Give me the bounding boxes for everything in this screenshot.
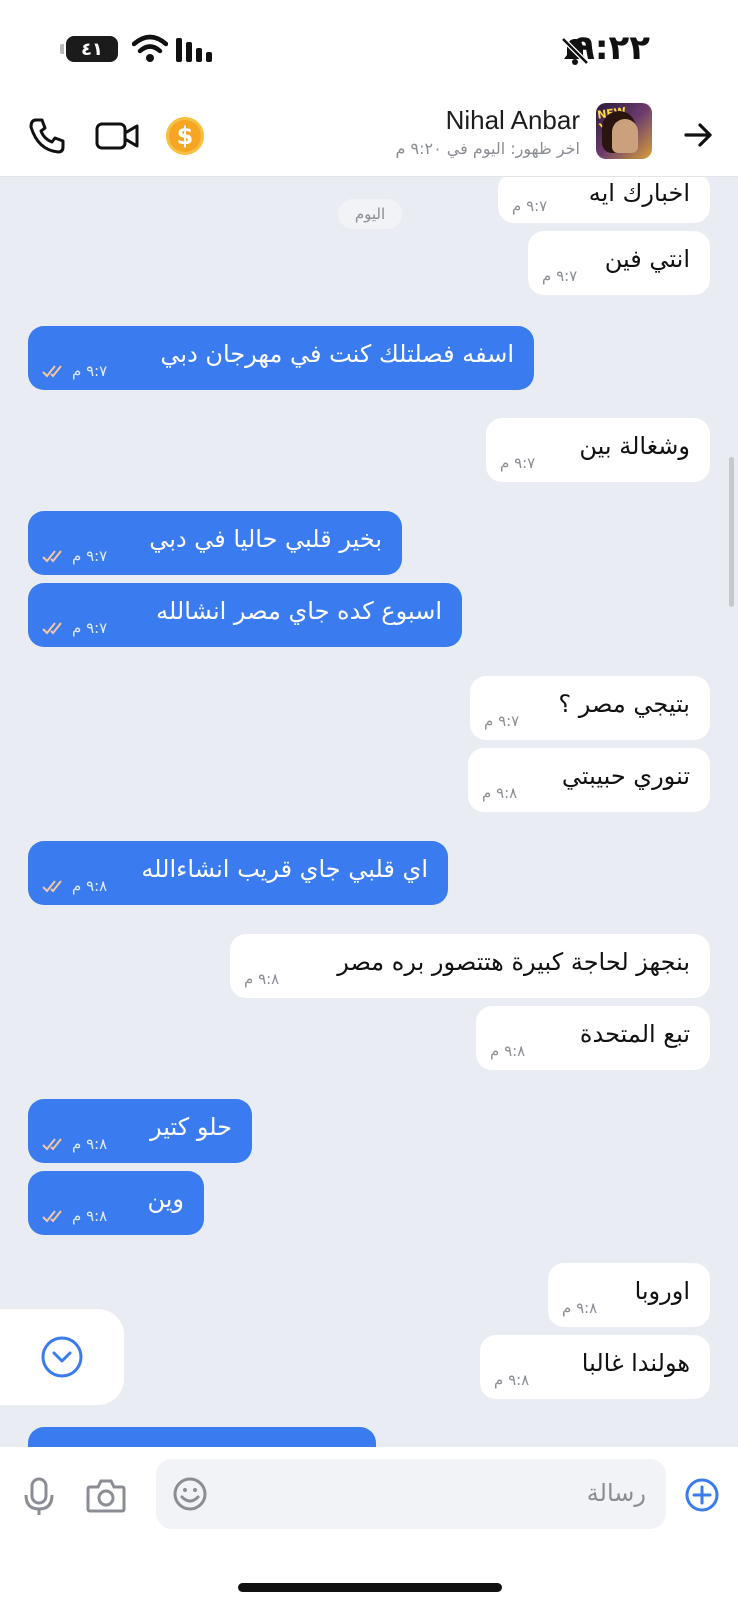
chat-header: $ Nihal Anbar اخر ظهور: اليوم في ٩:٢٠ م … <box>0 95 738 177</box>
message-text: انتي فين <box>604 245 690 273</box>
message-time: ٩:٨ م <box>244 970 280 988</box>
coin-gift-icon[interactable]: $ <box>166 117 204 155</box>
message-text: اسفه فصلتلك كنت في مهرجان دبي <box>160 340 514 368</box>
message-bubble-incoming[interactable]: بنجهز لحاجة كبيرة هتتصور بره مصر ٩:٨ م <box>230 934 710 998</box>
contact-name[interactable]: Nihal Anbar <box>446 105 580 136</box>
message-bubble-incoming[interactable]: اوروبا ٩:٨ م <box>548 1263 710 1327</box>
message-time: ٩:٧ م <box>72 547 108 565</box>
last-seen-status: اخر ظهور: اليوم في ٩:٢٠ م <box>395 139 580 158</box>
message-placeholder: رسالة <box>586 1479 646 1507</box>
message-time: ٩:٨ م <box>72 877 108 895</box>
message-text: بتيجي مصر ؟ <box>558 690 690 718</box>
message-time: ٩:٨ م <box>562 1299 598 1317</box>
scrollbar[interactable] <box>729 457 734 607</box>
camera-icon[interactable] <box>86 1477 126 1515</box>
message-text: تنوري حبيبتي <box>561 762 690 790</box>
message-text: اي قلبي جاي قريب انشاءالله <box>141 855 428 883</box>
message-bubble-incoming[interactable]: بتيجي مصر ؟ ٩:٧ م <box>470 676 710 740</box>
battery-icon: ٤١ <box>60 36 118 62</box>
message-time: ٩:٨ م <box>72 1207 108 1225</box>
message-bubble-outgoing[interactable]: بخير قلبي حاليا في دبي ٩:٧ م <box>28 511 402 575</box>
message-text: وين <box>147 1185 184 1213</box>
message-text: هولندا غالبا <box>581 1349 690 1377</box>
add-attachment-icon[interactable] <box>684 1477 720 1513</box>
status-bar: ٤١ ٩:٢٢ <box>0 0 738 95</box>
message-bubble-outgoing[interactable]: وين ٩:٨ م <box>28 1171 204 1235</box>
read-receipt-icon <box>42 622 62 635</box>
phone-call-icon[interactable] <box>26 115 68 157</box>
message-time: ٩:٨ م <box>72 1135 108 1153</box>
message-bubble-incoming[interactable]: هولندا غالبا ٩:٨ م <box>480 1335 710 1399</box>
message-bubble-outgoing[interactable]: اسفه فصلتلك كنت في مهرجان دبي ٩:٧ م <box>28 326 534 390</box>
message-text: بخير قلبي حاليا في دبي <box>149 525 382 553</box>
read-receipt-icon <box>42 1138 62 1151</box>
message-time: ٩:٧ م <box>512 197 548 215</box>
date-separator: اليوم <box>338 199 402 229</box>
message-text: تبع المتحدة <box>579 1020 690 1048</box>
status-time: ٩:٢٢ <box>574 28 650 68</box>
message-time: ٩:٨ م <box>482 784 518 802</box>
chat-messages[interactable]: اخبارك ايه ٩:٧ م اليوم انتي فين ٩:٧ م اس… <box>0 177 738 1447</box>
message-text: اوروبا <box>634 1277 690 1305</box>
composer-bar: رسالة <box>0 1447 738 1600</box>
message-time: ٩:٧ م <box>72 362 108 380</box>
microphone-icon[interactable] <box>22 1477 56 1517</box>
message-time: ٩:٨ م <box>494 1371 530 1389</box>
message-bubble-incoming[interactable]: وشغالة بين ٩:٧ م <box>486 418 710 482</box>
message-bubble-outgoing[interactable]: اسبوع كده جاي مصر انشالله ٩:٧ م <box>28 583 462 647</box>
read-receipt-icon <box>42 1210 62 1223</box>
message-bubble-outgoing[interactable]: حلو كتير ٩:٨ م <box>28 1099 252 1163</box>
back-arrow-icon[interactable] <box>680 117 716 153</box>
message-time: ٩:٧ م <box>542 267 578 285</box>
read-receipt-icon <box>42 365 62 378</box>
coin-symbol: $ <box>176 122 194 150</box>
message-text: اسبوع كده جاي مصر انشالله <box>156 597 442 625</box>
message-bubble-incoming[interactable]: انتي فين ٩:٧ م <box>528 231 710 295</box>
message-time: ٩:٧ م <box>72 619 108 637</box>
message-time: ٩:٧ م <box>484 712 520 730</box>
read-receipt-icon <box>42 880 62 893</box>
message-text: بنجهز لحاجة كبيرة هتتصور بره مصر <box>337 948 690 976</box>
home-indicator[interactable] <box>238 1583 502 1592</box>
emoji-icon[interactable] <box>172 1476 208 1512</box>
message-bubble-incoming[interactable]: اخبارك ايه ٩:٧ م <box>498 177 710 223</box>
read-receipt-icon <box>42 550 62 563</box>
avatar-face <box>612 119 638 153</box>
battery-level: ٤١ <box>81 38 103 60</box>
video-call-icon[interactable] <box>94 115 140 157</box>
message-bubble-incoming[interactable]: تبع المتحدة ٩:٨ م <box>476 1006 710 1070</box>
message-text: حلو كتير <box>150 1113 232 1141</box>
message-text: وشغالة بين <box>579 432 690 460</box>
signal-icon <box>176 38 212 62</box>
message-bubble-outgoing-partial[interactable] <box>28 1427 376 1447</box>
message-text: اخبارك ايه <box>588 179 690 207</box>
message-input[interactable]: رسالة <box>156 1459 666 1529</box>
avatar[interactable]: NEW YEAR <box>596 103 652 159</box>
message-bubble-incoming[interactable]: تنوري حبيبتي ٩:٨ م <box>468 748 710 812</box>
message-time: ٩:٧ م <box>500 454 536 472</box>
scroll-to-bottom-button[interactable] <box>0 1309 124 1405</box>
message-bubble-outgoing[interactable]: اي قلبي جاي قريب انشاءالله ٩:٨ م <box>28 841 448 905</box>
chevron-down-circle-icon <box>41 1336 83 1378</box>
wifi-icon <box>132 34 168 62</box>
message-time: ٩:٨ م <box>490 1042 526 1060</box>
